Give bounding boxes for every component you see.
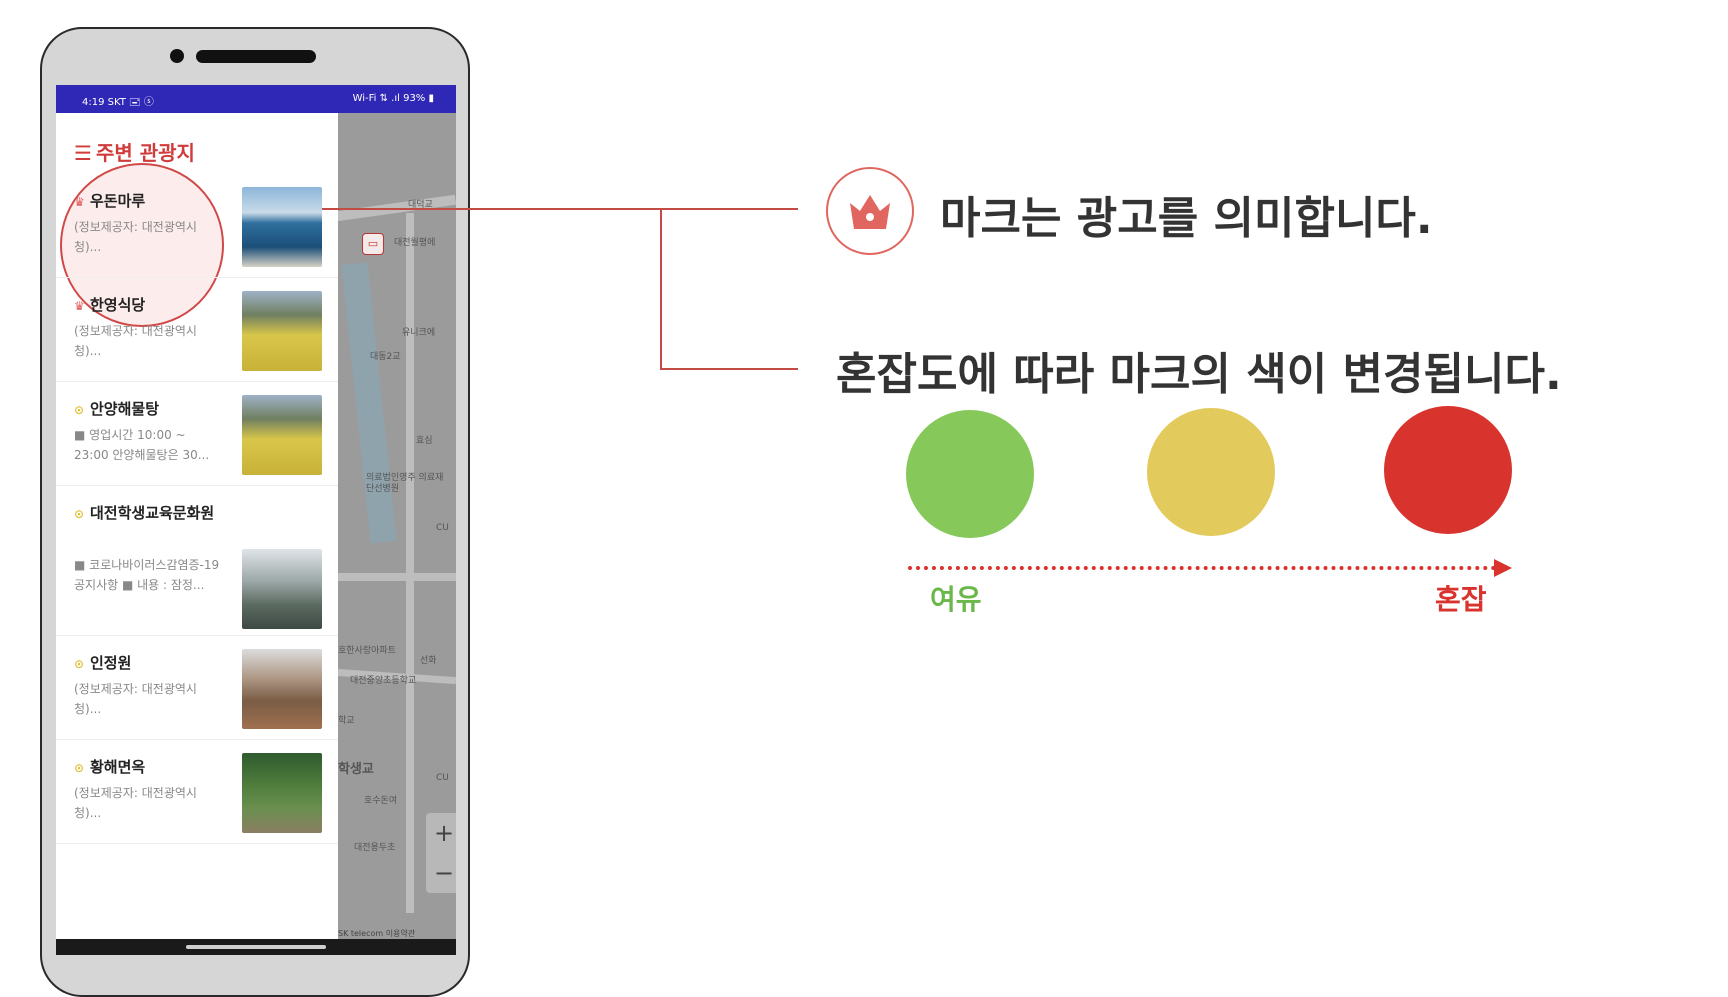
menu-icon[interactable]: ☰: [74, 141, 92, 165]
item-thumbnail: [242, 291, 322, 371]
crown-icon: ♛: [74, 299, 85, 313]
list-item[interactable]: ⊙ 안양해물탕 ■ 영업시간 10:00 ~ 23:00 안양해물탕은 30...: [56, 381, 338, 486]
phone-screen: 4:19 SKT 🖃 ⓢ Wi-Fi ⇅ .ıl 93% ▮ 대전월평에 대덕교…: [56, 85, 456, 955]
map-label: 호수돈여: [364, 796, 398, 806]
chevron-circle-icon: ⊙: [74, 761, 85, 775]
map-label: 의료법인영주 의료재단선병원: [366, 473, 444, 494]
low-congestion-label: 여유: [930, 583, 982, 616]
congestion-high-dot: [1384, 406, 1512, 534]
calendar-marker-icon[interactable]: ▭: [362, 233, 384, 255]
item-thumbnail: [242, 753, 322, 833]
map-label: 학교: [338, 716, 355, 726]
map-label: 호한사랑아파트: [338, 646, 396, 656]
item-title: ♛ 한영식당: [74, 293, 222, 318]
nearby-attractions-drawer: ☰ 주변 관광지 ♛ 우돈마루 (정보제공자: 대전광역시 청)... ♛ 한영식당 …: [56, 113, 338, 943]
status-system-icons: Wi-Fi ⇅ .ıl 93% ▮: [352, 93, 434, 104]
zoom-out-button[interactable]: −: [426, 853, 456, 893]
item-title: ⊙ 인정원: [74, 651, 222, 676]
list-item[interactable]: ⊙ 황해면옥 (정보제공자: 대전광역시 청)...: [56, 739, 338, 844]
map-label: 유니크에: [402, 328, 436, 338]
item-description: (정보제공자: 대전광역시 청)...: [74, 786, 197, 820]
ad-mark-circle: [826, 167, 914, 255]
item-thumbnail: [242, 395, 322, 475]
drawer-title: 주변 관광지: [95, 141, 195, 165]
congestion-scale-arrow: [908, 566, 1496, 570]
camera-dot: [170, 49, 184, 63]
status-bar: 4:19 SKT 🖃 ⓢ Wi-Fi ⇅ .ıl 93% ▮: [56, 85, 456, 113]
item-thumbnail: [242, 549, 322, 629]
connector-line: [322, 208, 798, 210]
chevron-circle-icon: ⊙: [74, 403, 85, 417]
high-congestion-label: 혼잡: [1435, 583, 1487, 616]
map-label: 선화: [420, 656, 437, 666]
home-gesture-pill[interactable]: [186, 945, 326, 949]
map-label: 효심: [416, 436, 433, 446]
ad-explanation-text: 마크는 광고를 의미합니다.: [940, 193, 1433, 244]
map-label: 대전월평에: [394, 238, 436, 248]
chevron-circle-icon: ⊙: [74, 507, 85, 521]
item-description: (정보제공자: 대전광역시 청)...: [74, 324, 197, 358]
list-item[interactable]: ⊙ 인정원 (정보제공자: 대전광역시 청)...: [56, 635, 338, 740]
speaker-slot: [196, 50, 316, 63]
connector-line: [660, 368, 798, 370]
map-label: CU: [436, 523, 449, 533]
item-title: ♛ 우돈마루: [74, 189, 222, 214]
congestion-mid-dot: [1147, 408, 1275, 536]
phone-frame: 4:19 SKT 🖃 ⓢ Wi-Fi ⇅ .ıl 93% ▮ 대전월평에 대덕교…: [40, 27, 470, 997]
zoom-controls: + −: [426, 813, 456, 893]
congestion-explanation-text: 혼잡도에 따라 마크의 색이 변경됩니다.: [836, 349, 1562, 400]
map-label: 학생교: [338, 762, 374, 777]
drawer-header: ☰ 주변 관광지: [74, 137, 195, 166]
item-description: (정보제공자: 대전광역시 청)...: [74, 682, 197, 716]
crown-icon: [850, 195, 890, 229]
status-time: 4:19 SKT 🖃 ⓢ: [82, 97, 154, 108]
item-description: ■ 영업시간 10:00 ~ 23:00 안양해물탕은 30...: [74, 428, 210, 462]
item-thumbnail: [242, 187, 322, 267]
map-label: 대전중앙초등학교: [350, 676, 417, 686]
item-title: ⊙ 대전학생교육문화원: [74, 501, 222, 526]
map-copyright: SK telecom 이용약관: [338, 929, 416, 938]
list-item[interactable]: ♛ 우돈마루 (정보제공자: 대전광역시 청)...: [56, 173, 338, 278]
map-label: CU: [436, 773, 449, 783]
android-nav-bar: [56, 939, 456, 955]
item-title: ⊙ 안양해물탕: [74, 397, 222, 422]
crown-icon: ♛: [74, 195, 85, 209]
item-title: ⊙ 황해면옥: [74, 755, 222, 780]
congestion-low-dot: [906, 410, 1034, 538]
item-description: ■ 코로나바이러스감염증-19 공지사항 ■ 내용 : 잠정...: [74, 558, 220, 592]
list-item[interactable]: ⊙ 대전학생교육문화원 ■ 코로나바이러스감염증-19 공지사항 ■ 내용 : 잠…: [56, 485, 338, 636]
item-thumbnail: [242, 649, 322, 729]
map-view[interactable]: 대전월평에 대덕교 유니크에 대동2교 의료법인영주 의료재단선병원 효심 CU…: [336, 113, 456, 943]
arrow-head-icon: [1494, 559, 1512, 577]
map-label: 대동2교: [370, 352, 401, 362]
chevron-circle-icon: ⊙: [74, 657, 85, 671]
zoom-in-button[interactable]: +: [426, 813, 456, 853]
item-description: (정보제공자: 대전광역시 청)...: [74, 220, 197, 254]
map-label: 대전용두초: [354, 843, 396, 853]
list-item[interactable]: ♛ 한영식당 (정보제공자: 대전광역시 청)...: [56, 277, 338, 382]
connector-line: [660, 208, 662, 370]
